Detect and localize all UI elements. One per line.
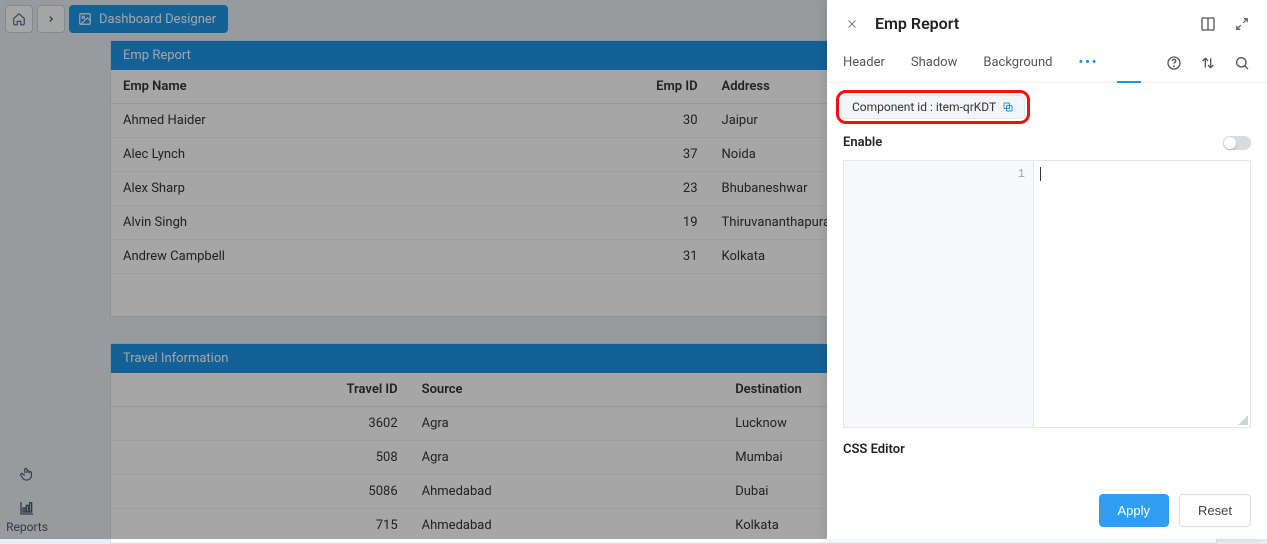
panel-footer: Apply Reset xyxy=(827,482,1267,539)
css-editor[interactable]: 1 xyxy=(843,160,1251,428)
rail-item-reports[interactable]: Reports xyxy=(6,498,48,534)
tab-more[interactable]: ••• xyxy=(1078,43,1098,82)
col-source[interactable]: Source xyxy=(410,373,724,407)
panel-tabs: Header Shadow Background ••• xyxy=(827,43,1267,83)
sort-icon[interactable] xyxy=(1199,54,1217,72)
tab-shadow[interactable]: Shadow xyxy=(911,43,957,82)
tab-header[interactable]: Header xyxy=(843,43,885,82)
enable-label: Enable xyxy=(843,135,882,150)
panel-title: Emp Report xyxy=(875,14,1185,33)
breadcrumb-designer[interactable]: Dashboard Designer xyxy=(69,5,228,33)
tab-background[interactable]: Background xyxy=(983,43,1052,82)
left-rail: Reports xyxy=(0,464,54,534)
pointer-icon xyxy=(17,464,37,484)
copy-icon[interactable] xyxy=(1002,101,1014,113)
resize-handle[interactable] xyxy=(1238,415,1248,425)
rail-item-touch[interactable] xyxy=(17,464,37,484)
editor-gutter: 1 xyxy=(844,161,1034,427)
bar-chart-icon xyxy=(17,498,37,518)
breadcrumb-next-icon[interactable] xyxy=(37,5,65,33)
rail-label-reports: Reports xyxy=(6,520,48,534)
component-id-chip: Component id : item-qrKDT xyxy=(841,95,1025,119)
image-icon xyxy=(77,11,93,27)
reset-button[interactable]: Reset xyxy=(1179,494,1251,527)
breadcrumb-designer-label: Dashboard Designer xyxy=(99,12,216,27)
css-editor-label: CSS Editor xyxy=(827,428,1267,471)
enable-row: Enable xyxy=(827,129,1267,160)
col-emp-id[interactable]: Emp ID xyxy=(433,70,709,104)
col-emp-name[interactable]: Emp Name xyxy=(111,70,433,104)
help-icon[interactable] xyxy=(1165,54,1183,72)
layout-icon[interactable] xyxy=(1199,15,1217,33)
search-icon[interactable] xyxy=(1233,54,1251,72)
breadcrumb: Dashboard Designer xyxy=(5,5,228,33)
home-button[interactable] xyxy=(5,5,33,33)
col-travel-id[interactable]: Travel ID xyxy=(111,373,410,407)
tab-indicator xyxy=(1117,81,1141,83)
apply-button[interactable]: Apply xyxy=(1099,494,1170,527)
component-id-label: Component id : item-qrKDT xyxy=(852,100,996,114)
properties-panel: Emp Report Header Shadow Background ••• … xyxy=(827,0,1267,539)
enable-toggle[interactable] xyxy=(1223,136,1251,150)
editor-textarea[interactable] xyxy=(1034,161,1250,427)
panel-header: Emp Report xyxy=(827,0,1267,43)
expand-icon[interactable] xyxy=(1233,15,1251,33)
close-icon[interactable] xyxy=(843,15,861,33)
